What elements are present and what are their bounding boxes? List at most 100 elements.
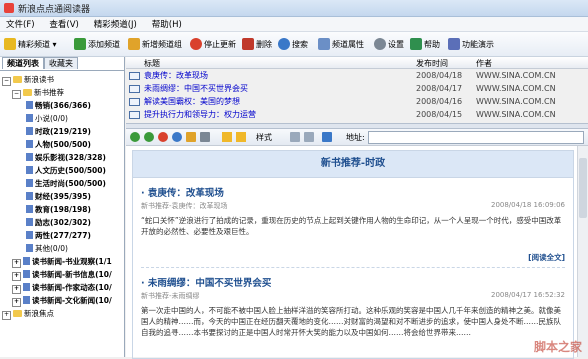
- channel-tree: − 新浪读书 − 新书推荐 畅销(366/366) 小说(0/0) 时政(219/2…: [0, 70, 124, 320]
- add-channel-button[interactable]: 添加频道: [74, 36, 120, 52]
- book-icon: [23, 257, 30, 265]
- book-icon: [23, 270, 30, 278]
- app-logo-icon: [4, 3, 14, 13]
- unread-mail-icon: [129, 72, 140, 80]
- tree-item[interactable]: 畅销(366/366): [26, 100, 91, 111]
- expand-icon[interactable]: +: [12, 259, 21, 268]
- properties-icon: [318, 38, 330, 50]
- article-date: 2008/04/18 16:09:06: [490, 201, 565, 209]
- article-title[interactable]: · 未雨绸缪：中国不买世界会买: [141, 275, 271, 289]
- expand-icon[interactable]: +: [12, 272, 21, 281]
- delete-button[interactable]: 删除: [242, 36, 272, 52]
- settings-button[interactable]: 设置: [374, 36, 404, 52]
- stop-update-button[interactable]: 停止更新: [190, 36, 236, 52]
- article-separator: [141, 267, 565, 268]
- collapse-icon[interactable]: −: [12, 90, 21, 99]
- column-date[interactable]: 发布时间: [416, 58, 448, 69]
- article-summary: 第一次走中国的人，不可能不被中国人脸上抽样洋溢的笑容所打动。这种乐观的笑容是中国…: [141, 306, 561, 337]
- column-title[interactable]: 标题: [144, 58, 160, 69]
- tab-favorites[interactable]: 收藏夹: [44, 57, 78, 69]
- tree-root-sina-focus[interactable]: + 新浪焦点: [2, 308, 54, 320]
- font-size-icon[interactable]: [290, 132, 300, 142]
- article-list-header: 标题 发布时间 作者: [126, 57, 588, 69]
- expand-icon[interactable]: +: [12, 298, 21, 307]
- book-icon: [23, 283, 30, 291]
- globe-icon: [322, 132, 332, 142]
- menu-help[interactable]: 帮助(H): [146, 17, 188, 30]
- watermark: 脚本之家: [533, 340, 582, 354]
- book-icon: [26, 218, 33, 226]
- tree-item[interactable]: 小说(0/0): [26, 113, 68, 124]
- expand-icon[interactable]: +: [2, 311, 11, 320]
- feed-page: 新书推荐-时政 · 袁庚传：改革现场 新书推荐-袁庚传：改革现场 2008/04/…: [132, 150, 574, 359]
- book-icon: [26, 127, 33, 135]
- book-icon: [26, 244, 33, 252]
- arrow-down-icon[interactable]: [236, 132, 246, 142]
- tree-group-news[interactable]: + 读书新闻-新书信息(10/: [12, 269, 112, 281]
- channel-properties-button[interactable]: 频道属性: [318, 36, 364, 52]
- book-icon: [26, 140, 33, 148]
- tree-item[interactable]: 时政(219/219): [26, 126, 91, 137]
- stop-icon[interactable]: [158, 132, 168, 142]
- add-group-button[interactable]: 新增频道组: [128, 36, 182, 52]
- expand-icon[interactable]: +: [12, 285, 21, 294]
- forward-icon[interactable]: [144, 132, 154, 142]
- read-more-link[interactable]: [阅读全文]: [528, 252, 565, 263]
- collapse-icon[interactable]: −: [2, 77, 11, 86]
- featured-channels-button[interactable]: 精彩频道 ▾: [4, 36, 57, 52]
- demo-button[interactable]: 功能演示: [448, 36, 494, 52]
- help-button[interactable]: 帮助: [410, 36, 440, 52]
- tab-channel-list[interactable]: 频道列表: [2, 57, 44, 69]
- tree-root-sina-books[interactable]: − 新浪读书: [2, 74, 54, 86]
- book-icon: [26, 153, 33, 161]
- demo-icon: [448, 38, 460, 50]
- home-icon[interactable]: [186, 132, 196, 142]
- menu-file[interactable]: 文件(F): [0, 17, 41, 30]
- title-bar: 新浪点点通阅读器: [0, 0, 588, 17]
- vertical-scrollbar[interactable]: [577, 146, 588, 357]
- add-icon: [74, 38, 86, 50]
- tree-group-news[interactable]: + 读书新闻-书业观察(1/1: [12, 256, 112, 268]
- tree-item[interactable]: 人文历史(500/500): [26, 165, 106, 176]
- back-icon[interactable]: [130, 132, 140, 142]
- menu-channels[interactable]: 精彩频道(J): [88, 17, 143, 30]
- tree-item[interactable]: 教育(198/198): [26, 204, 91, 215]
- article-row[interactable]: 未雨绸缪：中国不买世界会买 2008/04/17 WWW.SINA.COM.CN: [126, 83, 588, 94]
- book-icon: [26, 205, 33, 213]
- sidebar: 频道列表 收藏夹 − 新浪读书 − 新书推荐 畅销(366/366) 小说(0/0) …: [0, 57, 125, 357]
- print-icon[interactable]: [200, 132, 210, 142]
- save-page-icon[interactable]: [304, 132, 314, 142]
- article-row[interactable]: 解读美国霸权：美国的梦想 2008/04/16 WWW.SINA.COM.CN: [126, 96, 588, 107]
- style-dropdown[interactable]: 样式: [256, 132, 272, 143]
- article-row[interactable]: 袁庚传：改革现场 2008/04/18 WWW.SINA.COM.CN: [126, 70, 588, 81]
- tree-item[interactable]: 两性(277/277): [26, 230, 91, 241]
- tree-group-news[interactable]: + 读书新闻-作家动态(10/: [12, 282, 112, 294]
- arrow-up-icon[interactable]: [222, 132, 232, 142]
- sidebar-tabs: 频道列表 收藏夹: [2, 57, 78, 69]
- menu-view[interactable]: 查看(V): [43, 17, 84, 30]
- delete-icon: [242, 38, 254, 50]
- refresh-icon[interactable]: [172, 132, 182, 142]
- article-title[interactable]: · 袁庚传：改革现场: [141, 185, 224, 199]
- feed-heading: 新书推荐-时政: [133, 151, 573, 178]
- book-icon: [26, 114, 33, 122]
- stop-icon: [190, 38, 202, 50]
- tree-item[interactable]: 财经(395/395): [26, 191, 91, 202]
- article-meta: 新书推荐-未雨绸缪 2008/04/17 16:52:32: [141, 291, 565, 300]
- tree-group-news[interactable]: + 读书新闻-文化新闻(10/: [12, 295, 112, 307]
- column-author[interactable]: 作者: [476, 58, 492, 69]
- tree-item[interactable]: 其他(0/0): [26, 243, 68, 254]
- tree-item[interactable]: 励志(302/302): [26, 217, 91, 228]
- article-meta: 新书推荐-袁庚传：改革现场 2008/04/18 16:09:06: [141, 201, 565, 210]
- article-row[interactable]: 提升执行力和领导力：权力运营 2008/04/15 WWW.SINA.COM.CN: [126, 109, 588, 120]
- book-icon: [26, 101, 33, 109]
- unread-mail-icon: [129, 85, 140, 93]
- address-input[interactable]: [368, 131, 584, 144]
- search-button[interactable]: 搜索: [278, 36, 308, 52]
- tree-item[interactable]: 娱乐影视(328/328): [26, 152, 106, 163]
- tree-item[interactable]: 人物(500/500): [26, 139, 91, 150]
- scrollbar-thumb[interactable]: [579, 158, 587, 218]
- tree-group-new-books[interactable]: − 新书推荐: [12, 87, 64, 99]
- tree-item[interactable]: 生活时尚(500/500): [26, 178, 106, 189]
- unread-mail-icon: [129, 98, 140, 106]
